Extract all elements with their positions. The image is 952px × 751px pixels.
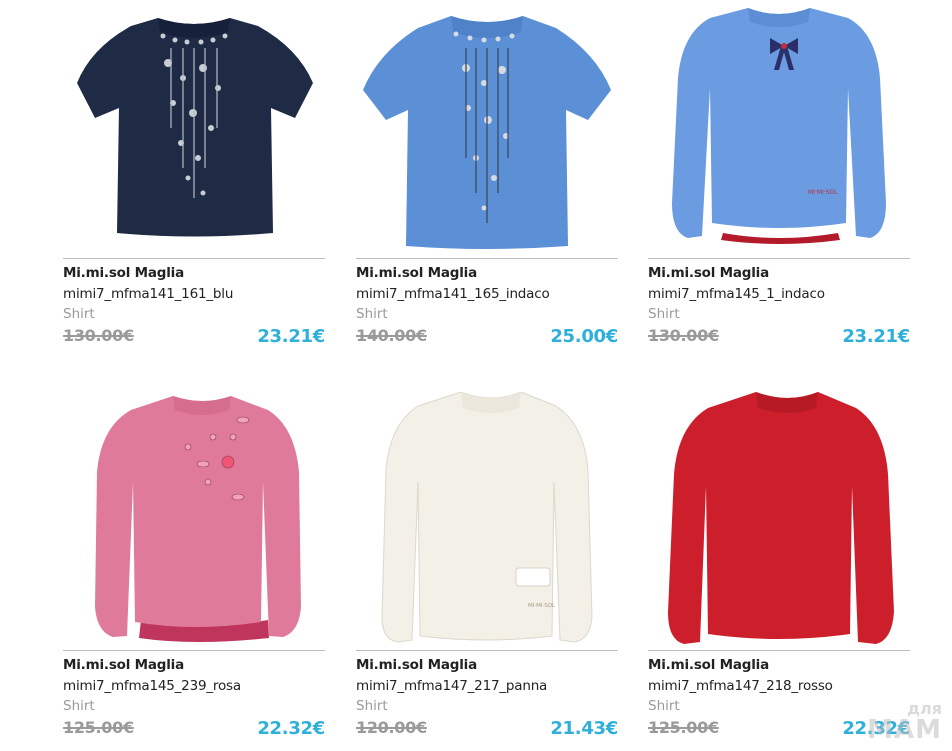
product-category: Shirt (648, 698, 680, 714)
card-divider (63, 258, 325, 259)
product-brand[interactable]: Mi.mi.sol Maglia (356, 657, 477, 673)
sale-price: 25.00€ (550, 326, 618, 347)
sale-price: 21.43€ (550, 718, 618, 739)
product-image-svg: MI·MI·SOL (381, 392, 593, 643)
product-image-svg (77, 18, 313, 237)
card-divider (648, 650, 910, 651)
product-sku[interactable]: mimi7_mfma147_218_rosso (648, 678, 833, 694)
product-category: Shirt (356, 698, 388, 714)
svg-text:MI·MI·SOL: MI·MI·SOL (528, 603, 556, 609)
sale-price: 22.32€ (257, 718, 325, 739)
red-long-sleeve-sweater-image[interactable] (648, 392, 910, 650)
product-sku[interactable]: mimi7_mfma145_1_indaco (648, 286, 825, 302)
card-divider (63, 650, 325, 651)
product-brand[interactable]: Mi.mi.sol Maglia (648, 657, 769, 673)
card-divider (648, 258, 910, 259)
card-divider (356, 258, 618, 259)
product-image-svg (668, 392, 894, 644)
product-brand[interactable]: Mi.mi.sol Maglia (648, 265, 769, 281)
product-grid: Mi.mi.sol Maglia mimi7_mfma141_161_blu S… (0, 0, 952, 751)
site-watermark: для MAM (867, 701, 942, 745)
blue-short-sleeve-sequin-sweater-image[interactable] (356, 8, 618, 258)
sale-price: 23.21€ (257, 326, 325, 347)
pink-long-sleeve-floral-sweater-image[interactable] (63, 392, 325, 650)
product-category: Shirt (63, 698, 95, 714)
product-category: Shirt (356, 306, 388, 322)
product-card[interactable]: Mi.mi.sol Maglia mimi7_mfma141_161_blu S… (63, 8, 325, 350)
product-card[interactable]: Mi.mi.sol Maglia mimi7_mfma147_218_rosso… (648, 392, 910, 744)
product-category: Shirt (648, 306, 680, 322)
watermark-main-text: MAM (867, 715, 942, 745)
old-price: 140.00€ (356, 326, 427, 345)
product-card[interactable]: Mi.mi.sol Maglia mimi7_mfma141_165_indac… (356, 8, 618, 350)
product-card[interactable]: MI·MI·SOL Mi.mi.sol Maglia mimi7_mfma147… (356, 392, 618, 744)
product-brand[interactable]: Mi.mi.sol Maglia (356, 265, 477, 281)
product-category: Shirt (63, 306, 95, 322)
product-image-svg (95, 396, 301, 642)
sale-price: 23.21€ (842, 326, 910, 347)
product-sku[interactable]: mimi7_mfma141_165_indaco (356, 286, 550, 302)
card-divider (356, 650, 618, 651)
old-price: 130.00€ (63, 326, 134, 345)
svg-text:MI·MI·SOL: MI·MI·SOL (808, 189, 838, 196)
product-card[interactable]: Mi.mi.sol Maglia mimi7_mfma145_239_rosa … (63, 392, 325, 744)
old-price: 130.00€ (648, 326, 719, 345)
product-brand[interactable]: Mi.mi.sol Maglia (63, 657, 184, 673)
old-price: 125.00€ (648, 718, 719, 737)
cream-long-sleeve-sweater-image[interactable]: MI·MI·SOL (356, 392, 618, 650)
old-price: 125.00€ (63, 718, 134, 737)
product-card[interactable]: MI·MI·SOL Mi.mi.sol Maglia mimi7_mfma145… (648, 8, 910, 350)
product-image-svg: MI·MI·SOL (672, 8, 886, 244)
product-sku[interactable]: mimi7_mfma141_161_blu (63, 286, 233, 302)
product-sku[interactable]: mimi7_mfma145_239_rosa (63, 678, 241, 694)
product-image-svg (363, 16, 611, 249)
product-sku[interactable]: mimi7_mfma147_217_panna (356, 678, 547, 694)
old-price: 120.00€ (356, 718, 427, 737)
blue-long-sleeve-bow-sweater-image[interactable]: MI·MI·SOL (648, 8, 910, 258)
navy-short-sleeve-sequin-sweater-image[interactable] (63, 8, 325, 258)
product-brand[interactable]: Mi.mi.sol Maglia (63, 265, 184, 281)
